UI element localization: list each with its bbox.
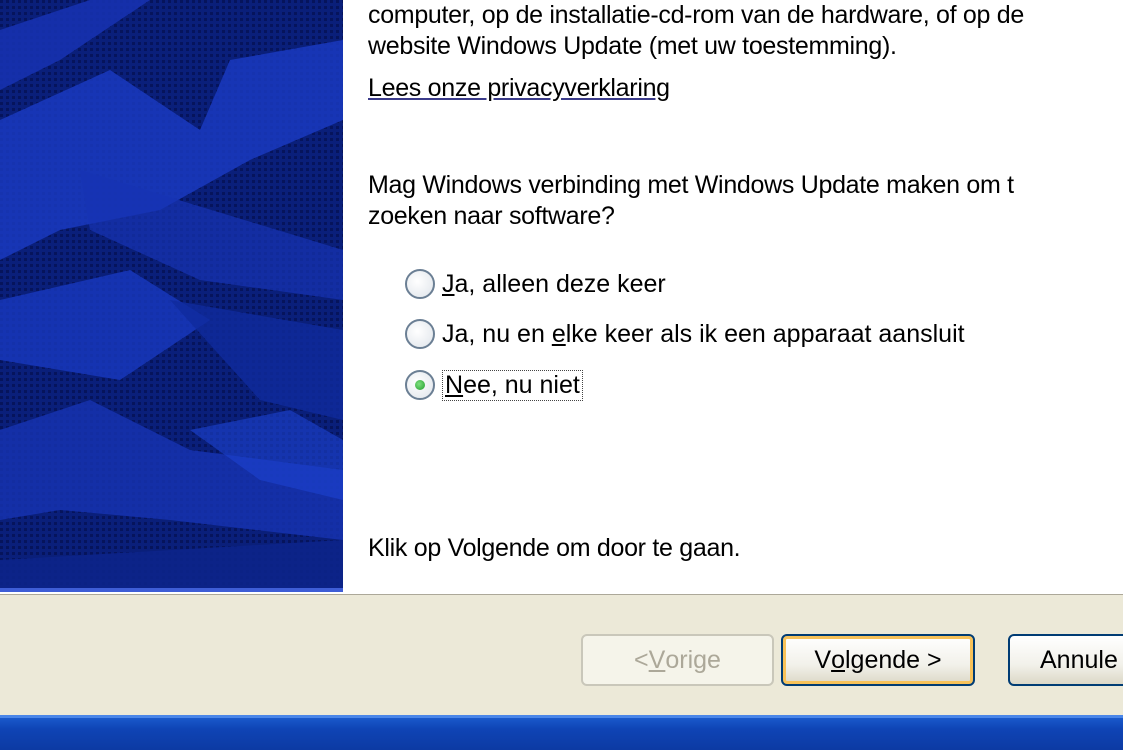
radio-button[interactable]: [405, 319, 435, 349]
question-line-2: zoeken naar software?: [368, 202, 615, 230]
radio-button-selected[interactable]: [405, 370, 435, 400]
continue-instruction: Klik op Volgende om door te gaan.: [368, 534, 741, 562]
radio-label: Ja, nu en elke keer als ik een apparaat …: [442, 319, 965, 348]
divider: [0, 594, 1123, 595]
taskbar-highlight: [0, 715, 1123, 718]
wizard-side-banner: [0, 0, 343, 592]
radio-button[interactable]: [405, 269, 435, 299]
radio-option-yes-always[interactable]: Ja, nu en elke keer als ik een apparaat …: [405, 316, 965, 352]
radio-label: Ja, alleen deze keer: [442, 269, 666, 298]
taskbar: [0, 715, 1123, 750]
privacy-link[interactable]: Lees onze privacyverklaring: [368, 73, 670, 103]
question-line-1: Mag Windows verbinding met Windows Updat…: [368, 171, 1014, 199]
description-line-1: computer, op de installatie-cd-rom van d…: [368, 1, 1024, 29]
cancel-button[interactable]: Annule: [1008, 634, 1123, 686]
wizard-content-area: computer, op de installatie-cd-rom van d…: [343, 0, 1123, 592]
description-line-2: website Windows Update (met uw toestemmi…: [368, 32, 897, 60]
radio-label: Nee, nu niet: [442, 369, 583, 401]
radio-option-no-not-now[interactable]: Nee, nu niet: [405, 367, 583, 403]
next-button[interactable]: Vo lgende >: [781, 634, 975, 686]
wizard-button-bar: < Vorige Vo lgende > Annule: [0, 592, 1123, 717]
radio-option-yes-once[interactable]: Ja, alleen deze keer: [405, 266, 666, 302]
banner-graphic: [0, 0, 343, 592]
back-button[interactable]: < Vorige: [581, 634, 774, 686]
